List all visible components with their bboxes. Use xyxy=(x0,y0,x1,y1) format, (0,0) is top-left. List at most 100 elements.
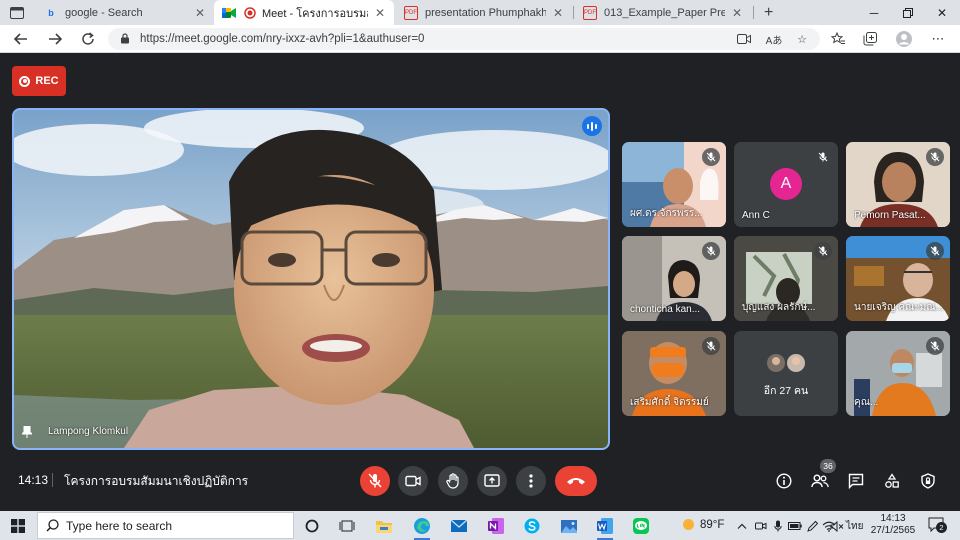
tab-title: Meet - โครงการอบรมสัมมนาเชิ xyxy=(262,7,368,20)
photos-button[interactable] xyxy=(557,514,581,538)
participant-tile[interactable]: ผศ.ดร.จักรพรร... xyxy=(622,142,726,227)
close-window-button[interactable]: ✕ xyxy=(925,0,959,25)
pdf-icon: PDF xyxy=(404,5,418,20)
task-view-button[interactable] xyxy=(335,514,359,538)
tab-actions-icon[interactable] xyxy=(4,4,30,21)
recording-badge: REC xyxy=(12,66,66,96)
favorites-icon[interactable] xyxy=(828,30,848,48)
present-screen-icon xyxy=(484,474,500,487)
show-hidden-icons-button[interactable] xyxy=(735,519,749,533)
restore-icon xyxy=(903,7,913,18)
cortana-icon xyxy=(305,519,319,533)
photos-icon xyxy=(561,519,577,533)
volume-muted-icon[interactable] xyxy=(830,519,844,533)
meet-stage: REC Lampong Klomkul ผศ.ดร.จักรพรร... A A… xyxy=(0,54,960,511)
camera-icon xyxy=(405,475,421,487)
participant-tile[interactable]: บุญแสง ผลรักษ์... xyxy=(734,236,838,321)
start-button[interactable] xyxy=(0,511,36,540)
participant-tile[interactable]: คุณ... xyxy=(846,331,950,416)
tab-meet[interactable]: Meet - โครงการอบรมสัมมนาเชิ ✕ xyxy=(214,0,394,25)
host-controls-button[interactable] xyxy=(917,470,939,492)
maximize-button[interactable] xyxy=(891,0,925,25)
tab-example-paper-pdf[interactable]: PDF 013_Example_Paper Preparation ✕ xyxy=(575,0,751,25)
meeting-title: โครงการอบรมสัมมนาเชิงปฏิบัติการ xyxy=(64,474,249,488)
meet-now-icon[interactable] xyxy=(754,519,768,533)
sun-icon xyxy=(683,519,694,530)
participant-name: เสริมศักดิ์ จิตรรมย์ xyxy=(630,397,709,408)
add-favorite-icon[interactable]: ☆ xyxy=(793,31,811,47)
close-icon[interactable]: ✕ xyxy=(374,6,386,20)
leave-call-button[interactable] xyxy=(555,466,597,496)
mail-icon xyxy=(450,519,468,532)
taskbar-search-box[interactable]: Type here to search xyxy=(37,512,294,539)
pin-icon[interactable] xyxy=(22,426,32,438)
activities-button[interactable] xyxy=(881,470,903,492)
taskbar-clock[interactable]: 14:13 27/1/2565 xyxy=(868,513,918,537)
present-now-button[interactable] xyxy=(477,466,507,496)
more-options-icon[interactable]: ⋯ xyxy=(928,30,948,48)
word-button[interactable] xyxy=(593,514,617,540)
edge-button[interactable] xyxy=(410,514,434,540)
tab-google-search[interactable]: b google - Search ✕ xyxy=(36,0,214,25)
collections-icon[interactable] xyxy=(860,30,880,48)
camera-in-use-icon[interactable] xyxy=(735,31,753,47)
shield-lock-icon xyxy=(921,473,935,489)
microphone-in-use-icon[interactable] xyxy=(771,519,785,533)
lock-icon xyxy=(121,33,129,44)
tab-separator xyxy=(753,6,754,19)
close-icon[interactable]: ✕ xyxy=(731,6,743,20)
avatar: A xyxy=(770,168,802,200)
main-speaker-tile[interactable]: Lampong Klomkul xyxy=(12,108,610,450)
file-explorer-button[interactable] xyxy=(372,514,396,538)
line-button[interactable] xyxy=(629,514,653,538)
close-icon[interactable]: ✕ xyxy=(552,6,564,20)
onenote-button[interactable] xyxy=(484,514,508,538)
url-bar[interactable]: https://meet.google.com/nry-ixxz-avh?pli… xyxy=(108,28,820,50)
weather-widget[interactable]: 89°F xyxy=(682,518,724,531)
raise-hand-button[interactable] xyxy=(438,466,468,496)
participant-tile[interactable]: A Ann C xyxy=(734,142,838,227)
participant-tile[interactable]: นายเจริญ คณะมณ... xyxy=(846,236,950,321)
rec-label: REC xyxy=(35,75,59,87)
mail-button[interactable] xyxy=(447,514,471,538)
more-options-button[interactable] xyxy=(516,466,546,496)
back-button[interactable] xyxy=(10,29,32,49)
toggle-camera-button[interactable] xyxy=(398,466,428,496)
more-participants-tile[interactable]: อีก 27 คน xyxy=(734,331,838,416)
participant-name: Ann C xyxy=(742,210,770,221)
people-icon xyxy=(811,474,829,488)
read-aloud-icon[interactable]: Aあ xyxy=(765,31,783,47)
notifications-button[interactable]: 2 xyxy=(928,517,947,533)
microphone-off-icon xyxy=(926,242,944,260)
onenote-icon xyxy=(488,518,504,534)
search-icon xyxy=(46,519,59,532)
participant-tile[interactable]: Pemorn Pasat... xyxy=(846,142,950,227)
skype-button[interactable] xyxy=(520,514,544,538)
toggle-microphone-button[interactable] xyxy=(360,466,390,496)
microphone-off-icon xyxy=(926,337,944,355)
chat-button[interactable] xyxy=(845,470,867,492)
taskbar-date: 27/1/2565 xyxy=(870,525,916,536)
speaking-indicator-icon xyxy=(582,116,602,136)
tab-presentation-pdf[interactable]: PDF presentation Phumphakhawat ui ✕ xyxy=(396,0,572,25)
participant-tile[interactable]: เสริมศักดิ์ จิตรรมย์ xyxy=(622,331,726,416)
close-icon[interactable]: ✕ xyxy=(194,6,206,20)
pen-icon[interactable] xyxy=(806,519,820,533)
new-tab-button[interactable]: + xyxy=(756,0,778,25)
battery-icon[interactable] xyxy=(788,519,802,533)
microphone-off-icon xyxy=(926,148,944,166)
input-language-indicator[interactable]: ไทย xyxy=(846,519,863,534)
shapes-icon xyxy=(885,473,899,488)
forward-button[interactable] xyxy=(44,29,66,49)
participant-tile[interactable]: chonticha kan... xyxy=(622,236,726,321)
notification-count: 2 xyxy=(936,522,947,533)
meet-icon xyxy=(222,6,236,20)
cortana-button[interactable] xyxy=(300,514,324,538)
show-everyone-button[interactable] xyxy=(809,470,831,492)
profile-avatar[interactable] xyxy=(894,30,914,48)
meeting-details-button[interactable] xyxy=(773,470,795,492)
speaker-video xyxy=(14,110,608,448)
minimize-button[interactable]: ─ xyxy=(857,0,891,25)
refresh-button[interactable] xyxy=(77,29,99,49)
folder-icon xyxy=(376,520,392,533)
